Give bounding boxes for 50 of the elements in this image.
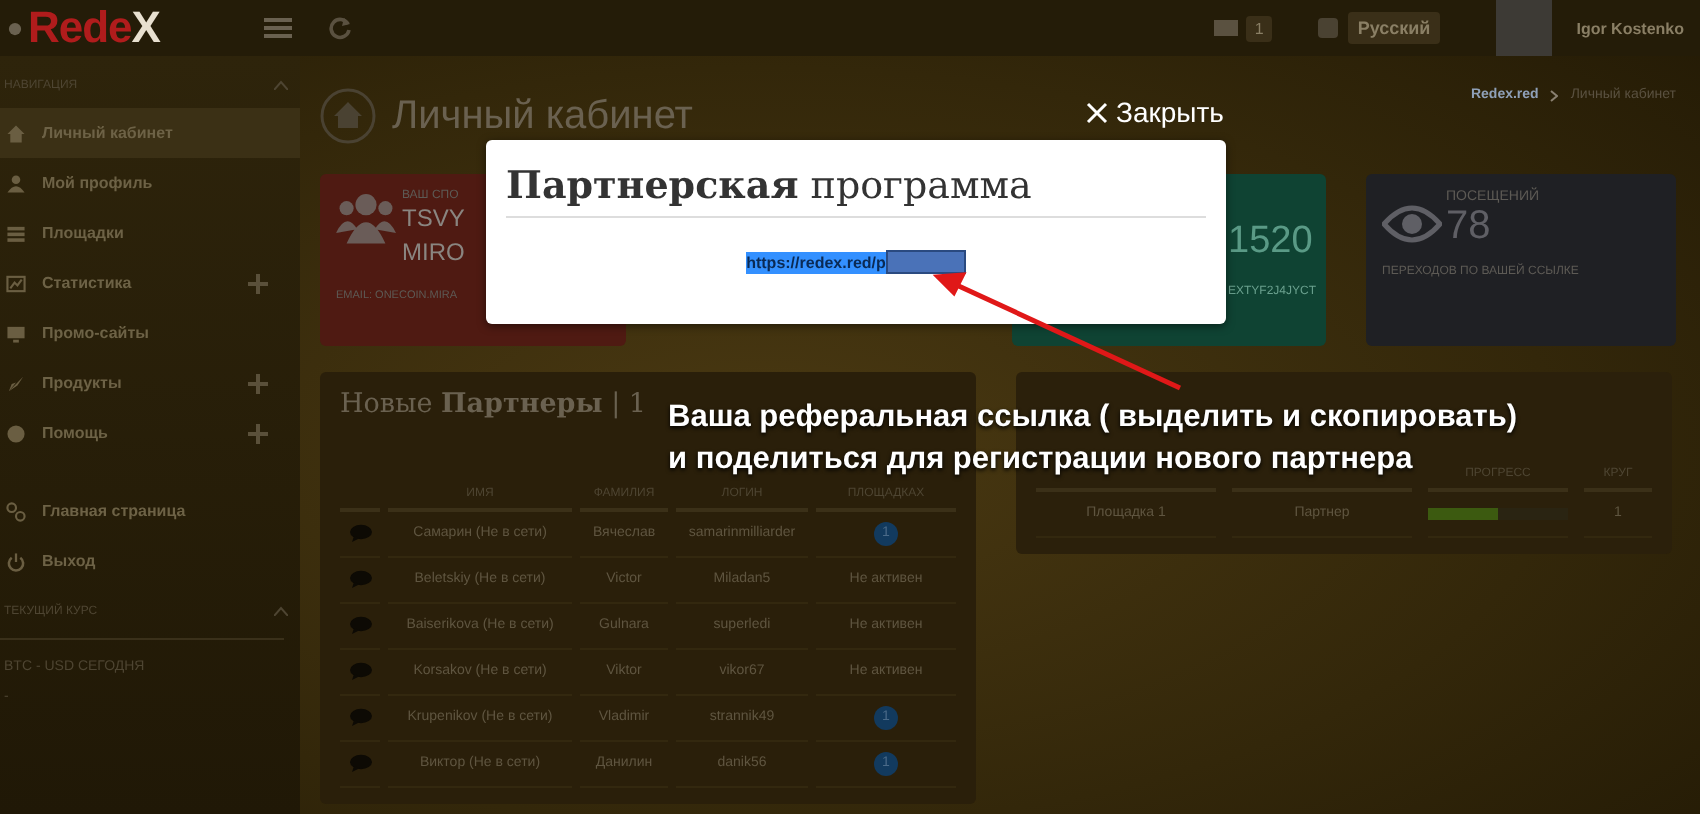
sidebar-item[interactable]: Главная страница <box>0 486 300 536</box>
home-icon <box>320 88 376 144</box>
redaction-block <box>885 250 966 274</box>
chat-icon[interactable] <box>349 569 371 588</box>
home-icon <box>6 123 26 143</box>
annotation-text: и поделиться для регистрации нового партнера <box>668 440 1413 480</box>
chevron-icon[interactable] <box>274 606 288 616</box>
eye-icon <box>1382 202 1442 246</box>
page-title: Личный кабинет <box>392 93 693 139</box>
avatar-photo-placeholder[interactable] <box>1496 0 1553 56</box>
plus-icon[interactable] <box>248 273 268 293</box>
chevron-right-icon <box>1550 90 1559 102</box>
annotation-text: Ваша реферальная ссылка ( выделить и скопировать) <box>668 398 1518 438</box>
plus-icon[interactable] <box>248 373 268 393</box>
link-icon <box>6 501 26 521</box>
modal-title: Партнерская программа <box>506 164 1032 208</box>
users-icon <box>336 190 396 244</box>
list-icon <box>6 223 26 243</box>
sidebar-item[interactable]: Помощь <box>0 408 300 458</box>
panel-title: Новые Партнеры | 1 <box>340 388 647 420</box>
chat-icon[interactable] <box>349 753 371 772</box>
chevron-icon[interactable] <box>274 80 288 90</box>
user-name[interactable]: Igor Kostenko <box>1576 19 1684 37</box>
code-number: 1520 <box>1228 218 1313 266</box>
refresh-icon[interactable] <box>328 16 352 40</box>
sidebar-item[interactable]: Статистика <box>0 258 300 308</box>
chat-icon[interactable] <box>349 615 371 634</box>
user-icon <box>6 173 26 193</box>
chart-icon <box>6 273 26 293</box>
close-button[interactable]: Закрыть <box>1086 96 1224 128</box>
menu-icon[interactable] <box>264 14 292 42</box>
sidebar-item[interactable]: Продукты <box>0 358 300 408</box>
plus-icon[interactable] <box>248 423 268 443</box>
sidebar-item[interactable]: Площадки <box>0 208 300 258</box>
chat-icon[interactable] <box>349 707 371 726</box>
chat-icon[interactable] <box>349 523 371 542</box>
power-icon <box>6 551 26 571</box>
referral-link[interactable]: https://redex.red/p <box>746 251 886 273</box>
visits-count: 78 <box>1446 204 1493 250</box>
sponsor-name: MIRO <box>402 236 467 270</box>
sidebar-item[interactable]: Выход <box>0 536 300 586</box>
sponsor-name: TSVY <box>402 202 467 236</box>
logo[interactable]: RedeX <box>28 2 264 54</box>
monitor-icon <box>6 323 26 343</box>
chat-icon[interactable] <box>349 661 371 680</box>
message-count-badge: 1 <box>1246 15 1272 41</box>
sidebar-item[interactable]: Промо-сайты <box>0 308 300 358</box>
close-icon[interactable] <box>1086 101 1108 123</box>
language-selector[interactable]: Русский <box>1347 12 1441 44</box>
sidebar-item[interactable]: Мой профиль <box>0 158 300 208</box>
